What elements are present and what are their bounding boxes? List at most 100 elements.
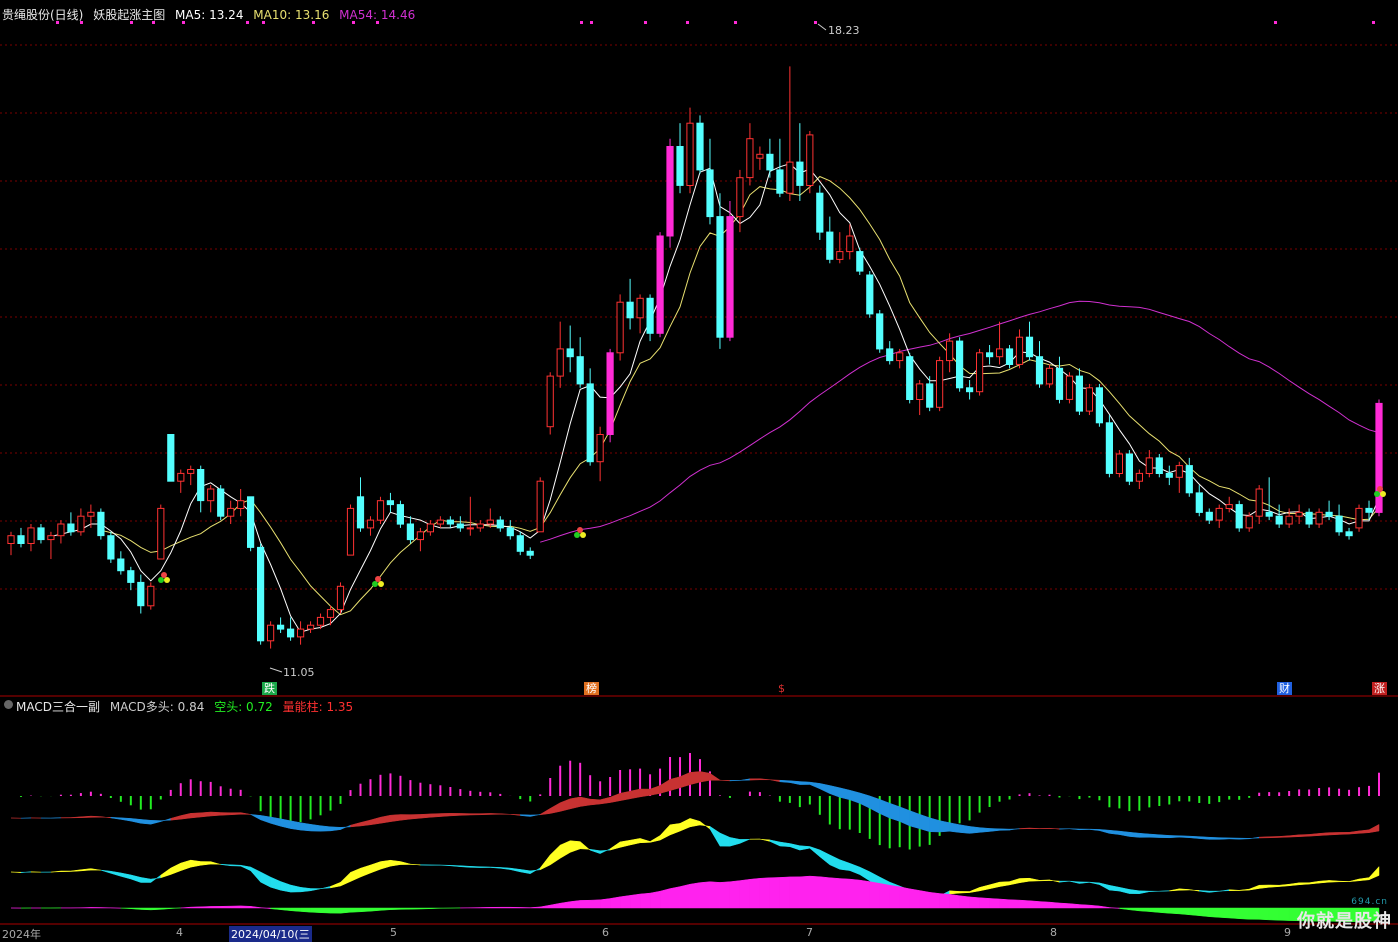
candle — [597, 435, 603, 462]
long-trend-ribbon — [221, 906, 231, 908]
marker-cai[interactable]: 财 — [1277, 682, 1292, 695]
signal-dot — [130, 21, 133, 24]
long-trend-ribbon — [850, 879, 860, 908]
macd-ribbon — [940, 821, 950, 832]
long-trend-ribbon — [81, 907, 91, 908]
macd-ribbon — [1279, 836, 1289, 838]
candle — [1266, 512, 1272, 516]
macd-ribbon — [1219, 838, 1229, 840]
macd-ribbon — [1020, 828, 1030, 829]
marker-zhang[interactable]: 涨 — [1372, 682, 1387, 695]
candle — [957, 341, 963, 388]
long-trend-ribbon — [331, 908, 341, 913]
macd-ribbon — [410, 814, 420, 819]
long-trend-ribbon — [730, 881, 740, 908]
signal-dot — [1372, 21, 1375, 24]
long-trend-ribbon — [860, 880, 870, 908]
macd-ribbon — [1249, 837, 1259, 839]
candle — [657, 236, 663, 333]
long-trend-ribbon — [1259, 908, 1269, 920]
trend-ribbon — [420, 865, 430, 866]
trend-ribbon — [51, 871, 61, 872]
candle — [248, 497, 254, 548]
candle — [587, 384, 593, 462]
signal-dot — [734, 21, 737, 24]
candle — [387, 501, 393, 505]
date-label-jun: 6 — [602, 926, 609, 939]
trend-ribbon — [560, 841, 570, 859]
macd-ribbon — [161, 818, 171, 821]
marker-bang[interactable]: 榜 — [584, 682, 599, 695]
candlestick-chart[interactable] — [0, 0, 1398, 937]
long-trend-ribbon — [91, 907, 101, 908]
macd-ribbon — [261, 815, 271, 823]
macd-ribbon — [720, 780, 730, 781]
long-trend-ribbon — [1050, 902, 1060, 908]
candle — [687, 123, 693, 185]
candle — [1056, 368, 1062, 399]
candle — [627, 302, 633, 318]
long-trend-ribbon — [740, 879, 750, 908]
long-trend-ribbon — [720, 882, 730, 908]
candle — [867, 275, 873, 314]
trend-ribbon — [1119, 887, 1129, 893]
long-trend-ribbon — [1189, 908, 1199, 916]
long-trend-ribbon — [550, 903, 560, 908]
candle — [268, 625, 274, 641]
signal-icon — [375, 576, 381, 582]
long-trend-ribbon — [700, 882, 710, 908]
macd-ribbon — [91, 816, 101, 817]
trend-ribbon — [1309, 881, 1319, 884]
trend-ribbon — [1020, 878, 1030, 883]
candle — [437, 520, 443, 524]
trend-ribbon — [780, 842, 790, 847]
long-trend-ribbon — [430, 908, 440, 909]
long-trend-ribbon — [1209, 908, 1219, 917]
trend-ribbon — [1319, 880, 1329, 883]
signal-icon — [1374, 491, 1380, 497]
trend-ribbon — [1329, 880, 1339, 882]
macd-ribbon — [1269, 836, 1279, 837]
candle — [1336, 516, 1342, 532]
candle — [278, 625, 284, 629]
candle — [537, 481, 543, 532]
candle — [118, 559, 124, 571]
long-trend-ribbon — [1020, 900, 1030, 908]
signal-dot — [312, 21, 315, 24]
signal-icon — [574, 532, 580, 538]
trend-ribbon — [1040, 880, 1050, 881]
marker-dollar[interactable]: $ — [776, 682, 787, 695]
long-trend-ribbon — [980, 898, 990, 908]
long-trend-ribbon — [281, 908, 291, 911]
macd-ribbon — [650, 786, 660, 796]
signal-dot — [1274, 21, 1277, 24]
trend-ribbon — [1030, 878, 1040, 881]
marker-die[interactable]: 跌 — [262, 682, 277, 695]
macd-ribbon — [550, 803, 560, 814]
trend-ribbon — [400, 862, 410, 865]
long-trend-ribbon — [760, 878, 770, 908]
macd-ribbon — [291, 821, 301, 830]
high-arrow — [818, 24, 826, 30]
long-trend-ribbon — [1229, 908, 1239, 919]
macd-ribbon — [700, 772, 710, 783]
candle — [1086, 388, 1092, 411]
date-label-apr: 4 — [176, 926, 183, 939]
candle — [1106, 423, 1112, 474]
macd-ribbon — [390, 815, 400, 822]
macd-ribbon — [301, 823, 311, 831]
trend-ribbon — [361, 865, 371, 877]
trend-ribbon — [381, 860, 391, 869]
long-trend-ribbon — [660, 889, 670, 908]
candle — [298, 629, 304, 637]
candle — [178, 473, 184, 481]
low-price-annotation: 11.05 — [283, 666, 315, 679]
candle — [547, 376, 553, 427]
long-trend-ribbon — [640, 893, 650, 908]
long-trend-ribbon — [680, 884, 690, 908]
candle — [937, 361, 943, 408]
trend-ribbon — [61, 871, 71, 872]
macd-ribbon — [211, 812, 221, 816]
candle — [48, 536, 54, 540]
long-trend-ribbon — [840, 879, 850, 909]
